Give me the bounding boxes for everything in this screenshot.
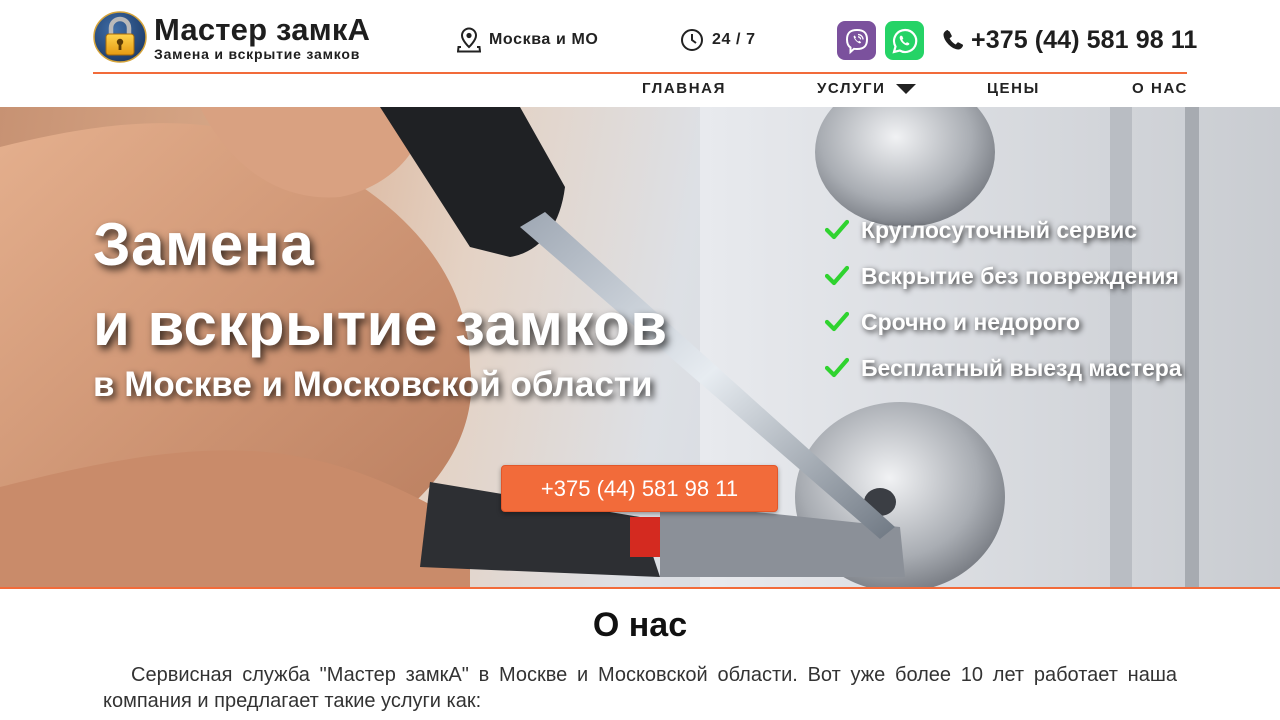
header-phone-link[interactable]: +375 (44) 581 98 11: [941, 24, 1197, 56]
header-phone-number: +375 (44) 581 98 11: [971, 25, 1198, 54]
feature-item: Круглосуточный сервис: [825, 207, 1182, 253]
checkmark-icon: [825, 357, 849, 378]
feature-item: Срочно и недорого: [825, 299, 1182, 345]
call-button[interactable]: +375 (44) 581 98 11: [501, 465, 778, 512]
feature-item: Вскрытие без повреждения: [825, 253, 1182, 299]
whatsapp-icon: [891, 28, 917, 54]
features-list: Круглосуточный сервис Вскрытие без повре…: [825, 207, 1182, 391]
nav-item-services[interactable]: УСЛУГИ: [817, 80, 916, 97]
phone-icon: [943, 30, 963, 50]
nav-item-prices[interactable]: ЦЕНЫ: [987, 80, 1040, 97]
location-info: Москва и МО: [457, 27, 598, 53]
hero-title-line-1: Замена: [93, 211, 315, 278]
whatsapp-button[interactable]: [885, 21, 924, 60]
clock-icon: [681, 29, 703, 51]
feature-item: Бесплатный выезд мастера: [825, 345, 1182, 391]
logo-subtitle: Замена и вскрытие замков: [154, 46, 361, 62]
nav-item-home[interactable]: ГЛАВНАЯ: [642, 80, 726, 97]
about-text: Сервисная служба "Мастер замкА" в Москве…: [103, 664, 1177, 712]
hero-title-line-2: и вскрытие замков: [93, 291, 668, 358]
map-pin-icon: [457, 27, 481, 53]
hero-banner: Замена и вскрытие замков в Москве и Моск…: [0, 107, 1280, 587]
viber-button[interactable]: [837, 21, 876, 60]
header-container: Мастер замкА Замена и вскрытие замков Мо…: [93, 0, 1197, 107]
header-divider: [93, 72, 1187, 74]
nav-item-about[interactable]: О НАС: [1132, 80, 1188, 97]
main-nav: ГЛАВНАЯ УСЛУГИ ЦЕНЫ О НАС: [93, 76, 1187, 104]
hero-subtitle: в Москве и Московской области: [93, 365, 653, 404]
nav-item-services-label: УСЛУГИ: [817, 80, 886, 97]
checkmark-icon: [825, 311, 849, 332]
padlock-icon: [93, 11, 147, 63]
checkmark-icon: [825, 219, 849, 240]
hours-text: 24 / 7: [712, 31, 756, 48]
hero-divider: [0, 587, 1280, 589]
about-title: О нас: [592, 606, 688, 644]
feature-text: Вскрытие без повреждения: [861, 262, 1179, 289]
location-text: Москва и МО: [489, 31, 599, 48]
hours-info: 24 / 7: [680, 27, 756, 53]
feature-text: Бесплатный выезд мастера: [861, 354, 1182, 381]
logo-link[interactable]: Мастер замкА Замена и вскрытие замков: [93, 10, 393, 64]
viber-icon: [845, 28, 868, 54]
hero-title: Замена и вскрытие замков: [93, 205, 668, 365]
checkmark-icon: [825, 265, 849, 286]
feature-text: Круглосуточный сервис: [861, 216, 1138, 243]
logo-title: Мастер замкА: [154, 12, 371, 47]
feature-text: Срочно и недорого: [861, 308, 1081, 335]
caret-down-icon: [895, 83, 916, 94]
site-header: Мастер замкА Замена и вскрытие замков Мо…: [0, 0, 1280, 107]
